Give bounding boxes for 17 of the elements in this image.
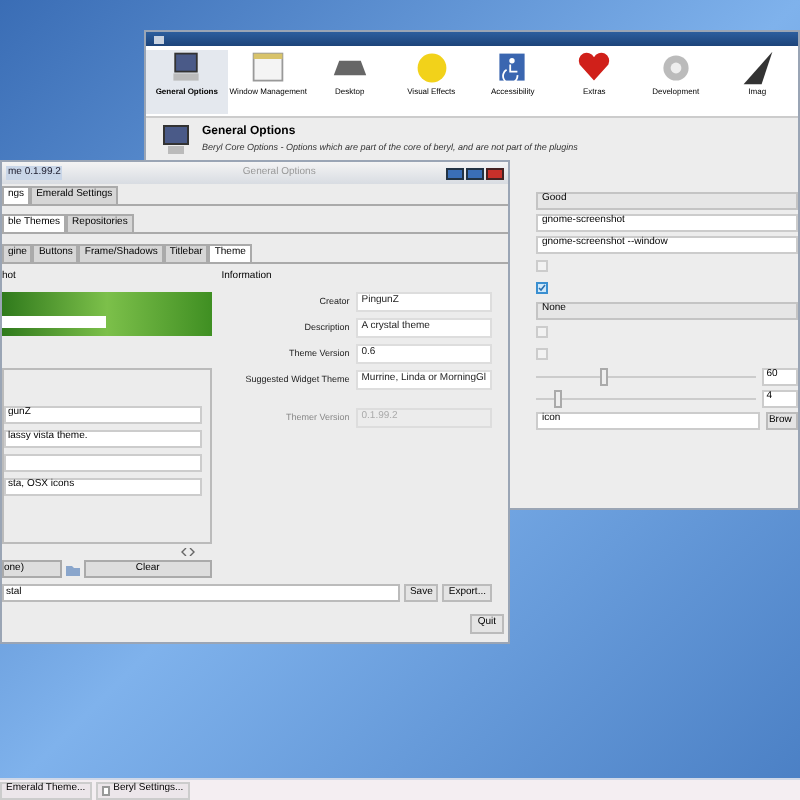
window-icon xyxy=(101,785,110,795)
checkbox[interactable] xyxy=(536,282,548,294)
slider-thumb[interactable] xyxy=(600,367,609,385)
computer-icon xyxy=(168,50,205,86)
maximize-button[interactable] xyxy=(466,167,484,179)
window-icon xyxy=(154,35,164,43)
slider-thumb[interactable] xyxy=(553,389,562,407)
wedge-icon xyxy=(739,50,776,86)
ball-icon xyxy=(413,50,450,86)
scroll-arrows-icon[interactable] xyxy=(179,548,196,556)
input-field[interactable] xyxy=(4,453,202,471)
heart-icon xyxy=(576,50,613,86)
folder-icon[interactable] xyxy=(66,563,80,575)
gear-icon xyxy=(657,50,694,86)
minimize-button[interactable] xyxy=(446,167,464,179)
close-button[interactable] xyxy=(486,167,504,179)
computer-icon xyxy=(162,124,190,156)
